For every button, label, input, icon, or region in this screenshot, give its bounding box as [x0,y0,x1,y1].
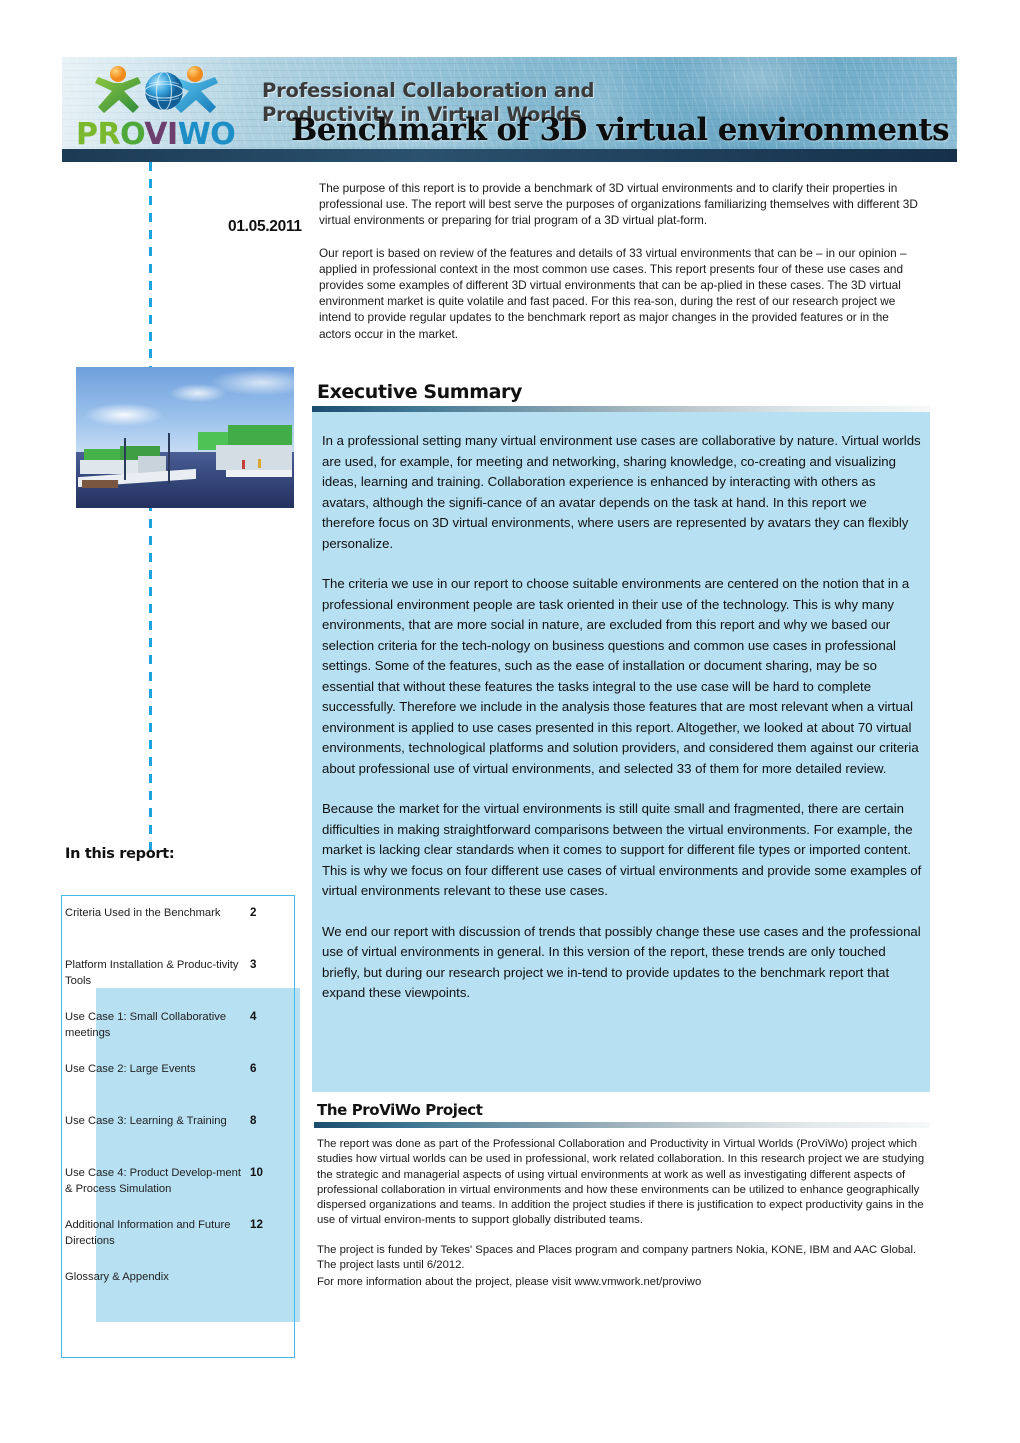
proviwo-logo: PROVIWO [74,63,259,155]
logo-wordmark: PROVIWO [76,117,236,152]
virtual-world-illustration [76,367,294,508]
toc-item-page-number: 2 [250,906,257,919]
logo-wordmark-o: O [120,117,145,152]
toc-item-label: Platform Installation & Produc-tivity To… [65,959,239,987]
report-date: 01.05.2011 [228,218,302,235]
toc-item-label: Use Case 4: Product Develop-ment & Proce… [65,1167,241,1195]
toc-item-page-number: 12 [250,1218,263,1231]
toc-item[interactable]: Glossary & Appendix [65,1266,293,1318]
intro-paragraph-2: Our report is based on review of the fea… [319,245,907,341]
illustration-white-platform [226,469,292,477]
intro-text: The purpose of this report is to provide… [319,180,919,342]
report-title: Benchmark of 3D virtual environments [291,112,949,148]
illustration-pole [124,437,126,480]
toc-item-page-number: 8 [250,1114,257,1127]
summary-paragraph-2: The criteria we use in our report to cho… [322,576,919,776]
toc-item[interactable]: Use Case 2: Large Events 6 [65,1058,293,1110]
project-paragraph-3: For more information about the project, … [317,1276,702,1289]
illustration-pole [168,433,170,485]
toc-item[interactable]: Additional Information and Future Direct… [65,1214,293,1266]
toc-item-label: Use Case 3: Learning & Training [65,1115,227,1127]
executive-summary-heading: Executive Summary [317,381,522,403]
project-paragraph-2: The project is funded by Tekes' Spaces a… [317,1243,917,1272]
toc-item[interactable]: Platform Installation & Produc-tivity To… [65,954,293,1006]
toc-item-page-number: 10 [250,1166,263,1179]
toc-item[interactable]: Use Case 3: Learning & Training 8 [65,1110,293,1162]
toc-list: Criteria Used in the Benchmark 2 Platform … [65,902,293,1318]
toc-item-label: Criteria Used in the Benchmark [65,907,221,919]
proviwo-project-heading: The ProViWo Project [317,1101,483,1119]
section-gradient-rule [312,406,930,412]
logo-wordmark-pr: PR [76,117,121,152]
banner-subtitle-line1: Professional Collaboration and [262,79,595,102]
summary-paragraph-1: In a professional setting many virtual e… [322,433,921,551]
toc-item[interactable]: Criteria Used in the Benchmark 2 [65,902,293,954]
toc-item-label: Use Case 1: Small Collaborative meetings [65,1011,227,1039]
toc-item-page-number: 3 [250,958,257,971]
toc-item-page-number: 6 [250,1062,257,1075]
executive-summary-text: In a professional setting many virtual e… [322,431,922,1004]
illustration-avatar [242,460,245,470]
toc-item-page-number: 4 [250,1010,257,1023]
logo-figures-icon [95,66,218,113]
toc-item-label: Use Case 2: Large Events [65,1063,196,1075]
project-gradient-rule [314,1122,930,1128]
executive-summary-box: In a professional setting many virtual e… [312,406,930,1092]
toc-item[interactable]: Use Case 4: Product Develop-ment & Proce… [65,1162,293,1214]
toc-item-label: Glossary & Appendix [65,1271,169,1283]
summary-paragraph-4: We end our report with discussion of tre… [322,923,921,1001]
illustration-avatar [258,458,261,468]
logo-wordmark-vi: VI [144,117,178,152]
illustration-white-building [216,444,292,470]
intro-paragraph-1: The purpose of this report is to provide… [319,181,918,228]
summary-paragraph-3: Because the market for the virtual envir… [322,801,922,898]
header-banner: PROVIWO Professional Collaboration and P… [62,57,957,162]
logo-wordmark-wo: WO [177,117,236,152]
project-paragraph-1: The report was done as part of the Profe… [317,1138,925,1227]
toc-item[interactable]: Use Case 1: Small Collaborative meetings… [65,1006,293,1058]
proviwo-project-text: The report was done as part of the Profe… [317,1137,930,1291]
toc-item-label: Additional Information and Future Direct… [65,1219,231,1247]
toc-heading: In this report: [65,846,175,862]
illustration-vegetation [82,479,118,489]
illustration-white-building [80,460,138,475]
